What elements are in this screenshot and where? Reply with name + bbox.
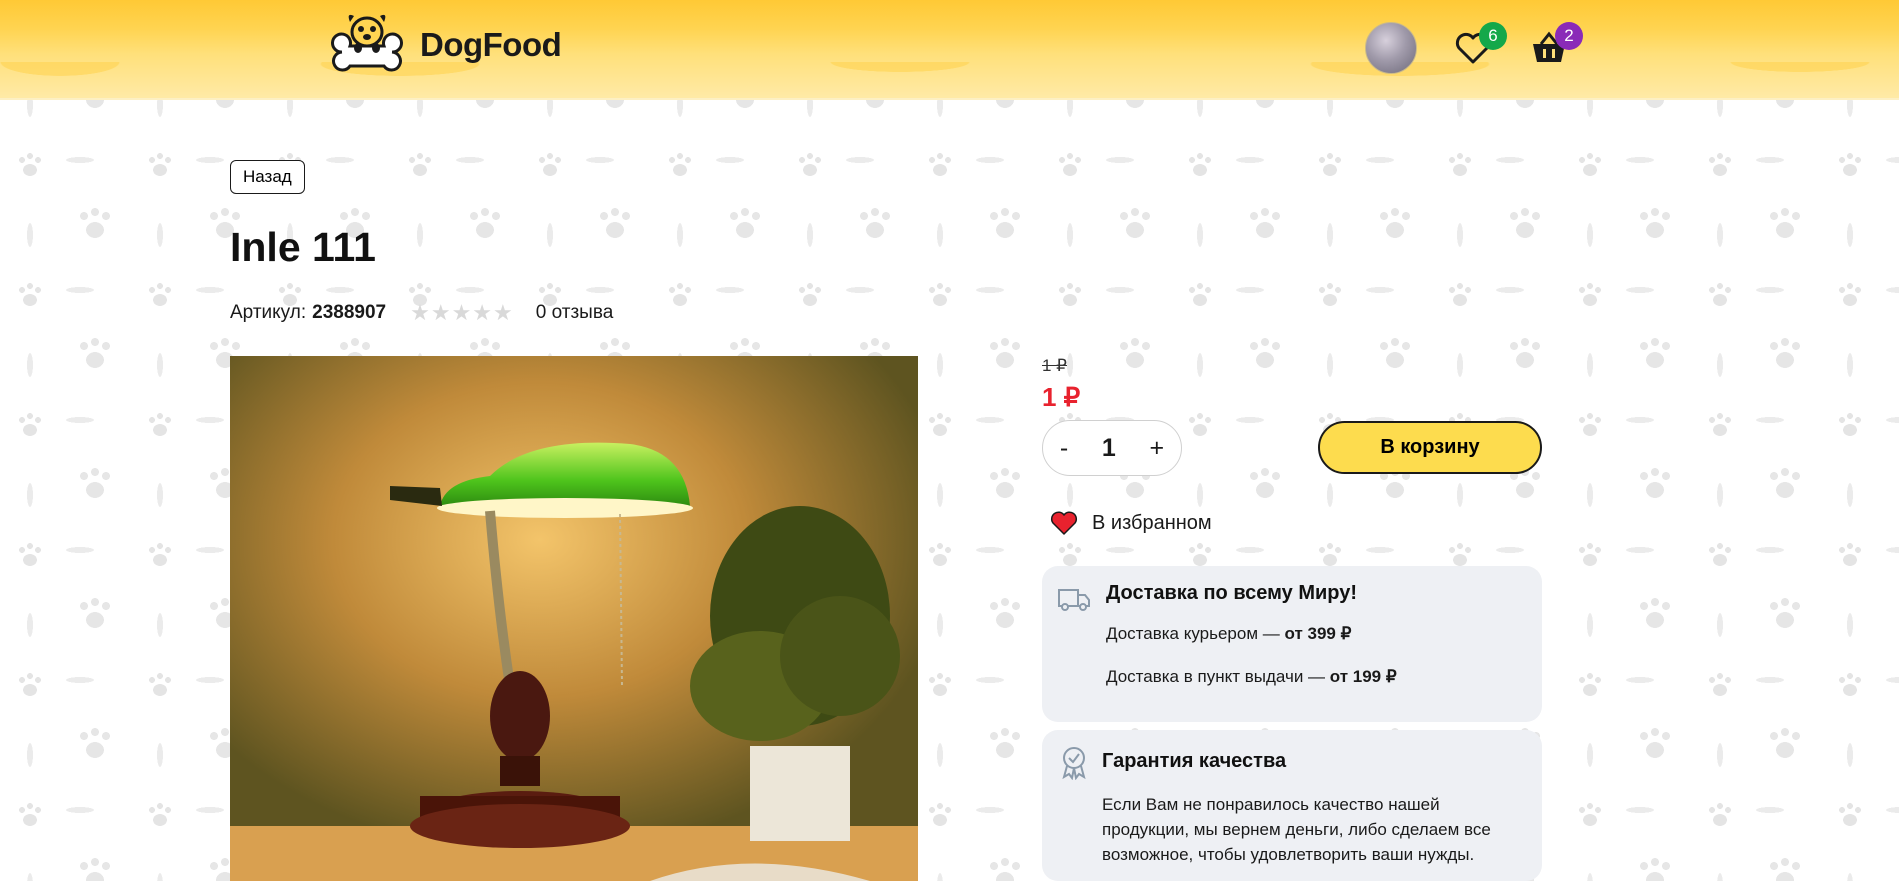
star-icon: ★ bbox=[430, 300, 451, 325]
qty-value[interactable]: 1 bbox=[1102, 434, 1116, 463]
product-meta: Артикул: 2388907 ★ ★ ★ ★ ★ 0 отзыва bbox=[230, 300, 613, 326]
desk-lamp-image bbox=[230, 356, 918, 881]
product-title: Inle 111 bbox=[230, 224, 376, 270]
truck-icon bbox=[1058, 589, 1090, 611]
article-value: 2388907 bbox=[312, 302, 387, 323]
pickup-price: от 199 ₽ bbox=[1329, 667, 1397, 686]
quantity-stepper: - 1 + bbox=[1042, 420, 1182, 476]
reviews-count[interactable]: 0 отзыва bbox=[536, 302, 614, 324]
product-image bbox=[230, 356, 918, 881]
quality-medal-icon bbox=[1062, 747, 1086, 780]
star-icon: ★ bbox=[472, 300, 493, 325]
courier-delivery: Доставка курьером — от 399 ₽ bbox=[1106, 624, 1351, 644]
star-icon: ★ bbox=[410, 300, 430, 325]
dog-bone-logo-icon bbox=[331, 14, 403, 72]
pickup-delivery: Доставка в пункт выдачи — от 199 ₽ bbox=[1106, 667, 1397, 687]
cart-count-badge: 2 bbox=[1555, 22, 1583, 50]
logo-text: DogFood bbox=[420, 26, 562, 63]
cart-button[interactable]: 2 bbox=[1529, 22, 1583, 68]
star-icon: ★ bbox=[451, 300, 472, 325]
guarantee-title: Гарантия качества bbox=[1102, 750, 1287, 772]
delivery-title: Доставка по всему Миру! bbox=[1106, 582, 1358, 604]
article-label: Артикул: bbox=[230, 302, 307, 323]
qty-minus-button[interactable]: - bbox=[1060, 434, 1068, 463]
site-header: DogFood 6 2 bbox=[0, 0, 1899, 100]
logo[interactable]: DogFood bbox=[328, 8, 562, 82]
rating-stars: ★ ★ ★ ★ ★ bbox=[410, 300, 514, 326]
courier-price: от 399 ₽ bbox=[1284, 624, 1352, 643]
qty-plus-button[interactable]: + bbox=[1150, 434, 1165, 463]
favorites-button[interactable]: 6 bbox=[1453, 22, 1507, 68]
guarantee-text: Если Вам не понравилось качество нашей п… bbox=[1102, 795, 1491, 864]
old-price: 1 ₽ bbox=[1042, 356, 1067, 375]
delivery-panel: Доставка по всему Миру! Доставка курьеро… bbox=[1042, 566, 1542, 722]
add-to-cart-button[interactable]: В корзину bbox=[1318, 421, 1542, 474]
courier-label: Доставка курьером — bbox=[1106, 624, 1285, 643]
favorite-toggle[interactable]: В избранном bbox=[1050, 510, 1212, 536]
heart-filled-icon bbox=[1050, 511, 1078, 535]
pickup-label: Доставка в пункт выдачи — bbox=[1106, 667, 1330, 686]
user-avatar[interactable] bbox=[1365, 22, 1417, 74]
guarantee-panel: Гарантия качества Если Вам не понравилос… bbox=[1042, 730, 1542, 881]
favorite-label: В избранном bbox=[1092, 511, 1212, 534]
back-button[interactable]: Назад bbox=[230, 160, 305, 194]
header-icons: 6 2 bbox=[1365, 22, 1583, 74]
current-price: 1 ₽ bbox=[1042, 382, 1081, 412]
favorites-count-badge: 6 bbox=[1479, 22, 1507, 50]
star-icon: ★ bbox=[493, 300, 513, 325]
